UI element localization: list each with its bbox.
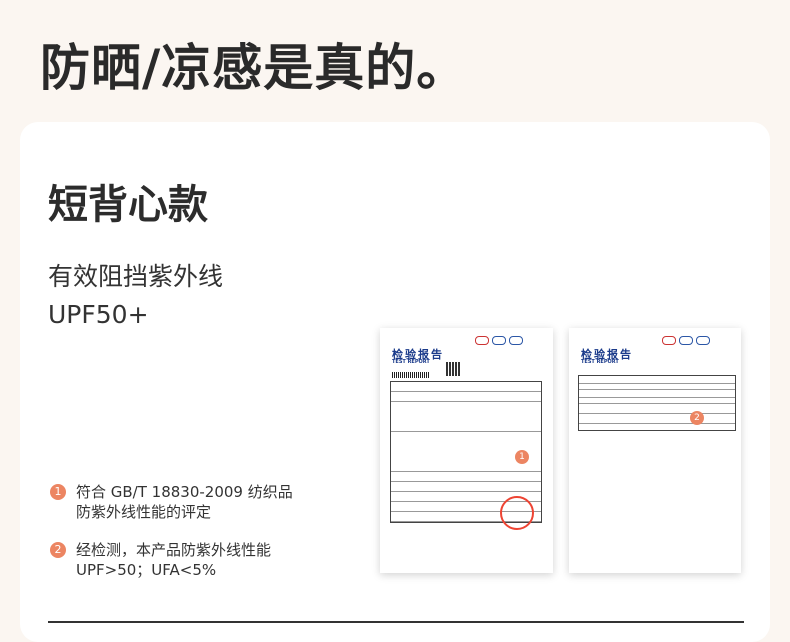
barcode-icon <box>392 372 430 378</box>
feature-line: UPF50+ <box>48 300 149 329</box>
report-subtitle: TEST REPORT <box>581 359 619 365</box>
point-text: 经检测，本产品防紫外线性能 <box>76 541 272 559</box>
number-badge: 2 <box>50 542 66 558</box>
section-title: 短背心款 <box>48 182 208 228</box>
number-badge: 2 <box>690 411 704 425</box>
test-report-image-2: 检验报告 TEST REPORT 2 <box>569 328 741 573</box>
feature-text: 有效阻挡紫外线 UPF50+ <box>48 258 223 334</box>
point-1: 1 符合 GB/T 18830-2009 纺织品 防紫外线性能的评定 <box>50 482 293 522</box>
divider <box>48 621 744 623</box>
certification-logos <box>475 336 523 345</box>
point-text: 符合 GB/T 18830-2009 纺织品 <box>76 483 293 501</box>
point-2: 2 经检测，本产品防紫外线性能 UPF>50；UFA<5% <box>50 540 271 580</box>
qr-code-icon <box>446 362 460 376</box>
report-table <box>578 375 736 431</box>
test-report-image-1: 检验报告 TEST REPORT 1 <box>380 328 553 573</box>
seal-stamp <box>500 496 534 530</box>
page-title: 防晒/凉感是真的。 <box>40 39 468 97</box>
number-badge: 1 <box>50 484 66 500</box>
number-badge: 1 <box>515 450 529 464</box>
feature-line: 有效阻挡紫外线 <box>48 262 224 291</box>
report-subtitle: TEST REPORT <box>392 359 430 365</box>
point-text: 防紫外线性能的评定 <box>76 503 212 521</box>
certification-logos <box>662 336 710 345</box>
point-text: UPF>50；UFA<5% <box>76 561 217 579</box>
